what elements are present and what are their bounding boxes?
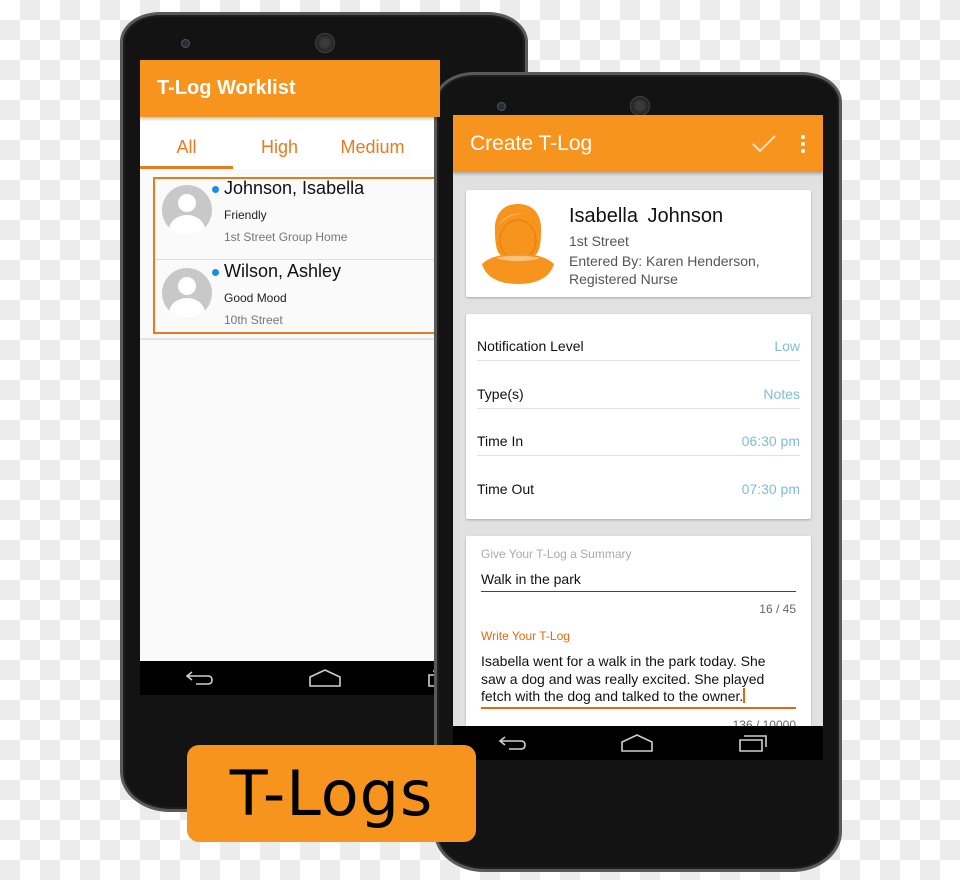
list-item[interactable]: Wilson, Ashley Good Mood 10th Street (155, 261, 440, 344)
back-icon[interactable] (497, 734, 527, 752)
front-camera-icon (181, 39, 190, 48)
types-row[interactable]: Type(s) Notes (477, 362, 800, 409)
create-tlog-screen: Create T-Log Isabella Johnson 1st Street… (453, 115, 823, 760)
page-title: Create T-Log (470, 131, 593, 155)
tab-all[interactable]: All (140, 117, 233, 169)
badge-label: T-Logs (229, 757, 434, 830)
priority-tabs: All High Medium (140, 117, 440, 169)
android-navbar (453, 726, 823, 760)
field-label: Type(s) (477, 386, 524, 402)
worklist-appbar: T-Log Worklist (140, 60, 440, 117)
back-icon[interactable] (184, 669, 214, 687)
list-item-mood: Good Mood (224, 291, 287, 305)
page-title: T-Log Worklist (157, 77, 296, 99)
list-item-location: 1st Street Group Home (224, 230, 348, 244)
time-in-row[interactable]: Time In 06:30 pm (477, 409, 800, 456)
check-icon[interactable] (750, 130, 778, 158)
list-item-name: Johnson, Isabella (224, 178, 365, 198)
summary-counter: 16 / 45 (759, 602, 796, 616)
more-vert-icon[interactable] (800, 134, 806, 153)
client-name: Isabella Johnson (569, 205, 724, 227)
client-avatar-icon (482, 204, 554, 284)
summary-input[interactable]: Walk in the park (481, 571, 581, 587)
list-item-name: Wilson, Ashley (224, 261, 342, 281)
list-item[interactable]: Johnson, Isabella Friendly 1st Street Gr… (155, 178, 440, 261)
unread-dot-icon (212, 269, 219, 276)
android-navbar (140, 661, 440, 695)
notification-level-value[interactable]: Low (774, 338, 800, 354)
log-text: Isabella went for a walk in the park tod… (481, 653, 766, 704)
recents-icon[interactable] (738, 733, 768, 753)
time-out-row[interactable]: Time Out 07:30 pm (477, 457, 800, 504)
client-street: 1st Street (569, 233, 629, 249)
home-icon[interactable] (620, 733, 654, 753)
field-label: Time In (477, 433, 524, 449)
home-icon[interactable] (308, 668, 342, 688)
notification-level-row[interactable]: Notification Level Low (477, 314, 800, 361)
summary-label: Give Your T-Log a Summary (481, 547, 632, 561)
tab-medium[interactable]: Medium (326, 117, 419, 169)
avatar (162, 268, 212, 318)
divider (155, 259, 440, 260)
log-underline (481, 707, 796, 709)
worklist-screen: T-Log Worklist All High Medium Johnson, … (140, 60, 440, 695)
text-caret (743, 688, 746, 703)
log-textarea[interactable]: Isabella went for a walk in the park tod… (481, 653, 791, 706)
field-label: Notification Level (477, 338, 584, 354)
summary-underline (481, 591, 796, 592)
entered-by: Entered By: Karen Henderson, Registered … (569, 253, 760, 287)
worklist-list: Johnson, Isabella Friendly 1st Street Gr… (153, 177, 440, 334)
tab-high[interactable]: High (233, 117, 326, 169)
speaker-grille-icon (315, 33, 335, 53)
time-out-value[interactable]: 07:30 pm (742, 481, 800, 497)
tlog-fields-card: Notification Level Low Type(s) Notes Tim… (466, 314, 811, 519)
time-in-value[interactable]: 06:30 pm (742, 433, 800, 449)
tlogs-badge: T-Logs (187, 745, 476, 842)
front-camera-icon (497, 102, 506, 111)
unread-dot-icon (212, 186, 219, 193)
create-tlog-phone: Create T-Log Isabella Johnson 1st Street… (434, 72, 842, 872)
list-item-mood: Friendly (224, 208, 267, 222)
types-value[interactable]: Notes (763, 386, 800, 402)
speaker-grille-icon (630, 96, 650, 116)
list-item-location: 10th Street (224, 313, 283, 327)
field-label: Time Out (477, 481, 535, 497)
client-profile-card: Isabella Johnson 1st Street Entered By: … (466, 190, 811, 297)
avatar (162, 185, 212, 235)
log-label: Write Your T-Log (481, 629, 570, 643)
create-appbar: Create T-Log (453, 115, 823, 172)
divider (140, 338, 440, 340)
